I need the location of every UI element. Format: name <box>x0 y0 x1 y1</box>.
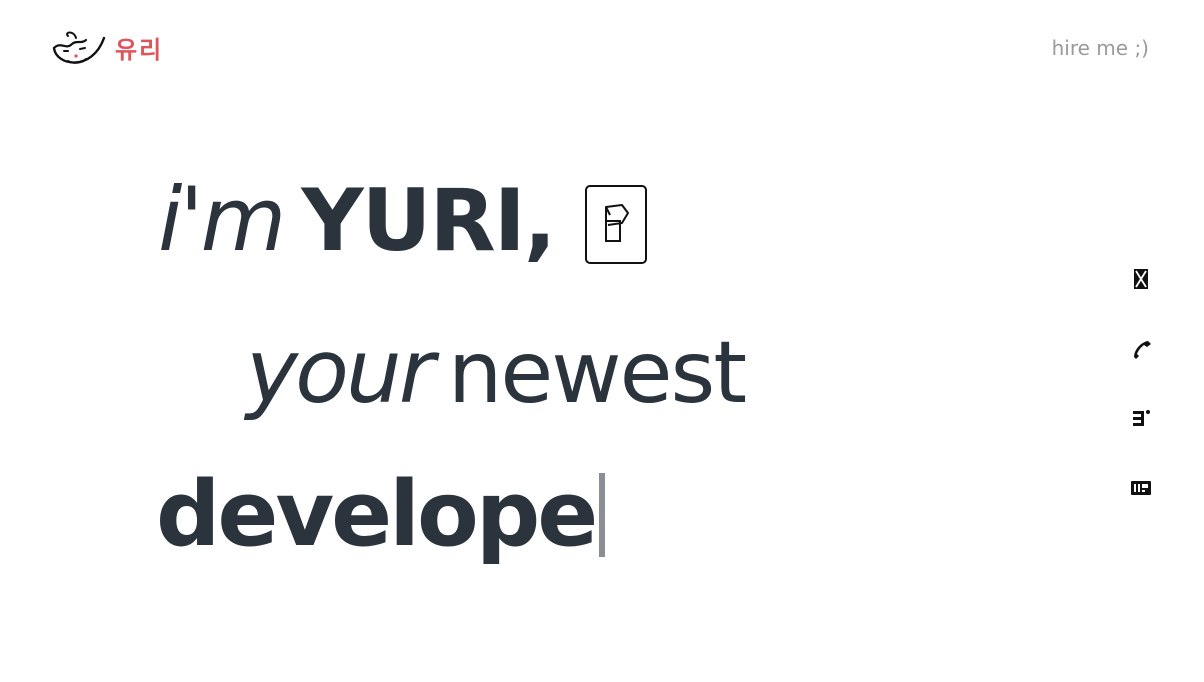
resume-link[interactable] <box>1131 408 1151 428</box>
hire-me-link[interactable]: hire me ;) <box>1052 38 1149 58</box>
face-doodle-icon <box>52 31 106 64</box>
typed-role-text: develope <box>156 462 598 567</box>
x-social-icon <box>1134 269 1148 289</box>
descriptor-text: newest <box>447 323 747 423</box>
greeting-text: i'm <box>158 168 286 271</box>
phone-link[interactable] <box>1131 338 1151 359</box>
adjective-text: your <box>246 320 435 423</box>
hero-line-1: i'm YURI, <box>158 168 556 271</box>
hero-line-3: develope <box>156 462 606 567</box>
portfolio-icon <box>1131 481 1151 495</box>
hero-line-2: your newest <box>246 320 747 423</box>
light-switch-icon <box>605 203 629 242</box>
resume-icon <box>1133 410 1150 426</box>
name-text: YURI, <box>301 171 556 271</box>
logo[interactable]: 유리 <box>52 30 163 70</box>
light-switch-button[interactable] <box>585 185 647 264</box>
typing-cursor <box>599 473 606 557</box>
x-social-link[interactable] <box>1131 268 1151 289</box>
portfolio-link[interactable] <box>1131 478 1151 498</box>
phone-icon <box>1134 341 1151 359</box>
brand-name: 유리 <box>115 36 164 64</box>
